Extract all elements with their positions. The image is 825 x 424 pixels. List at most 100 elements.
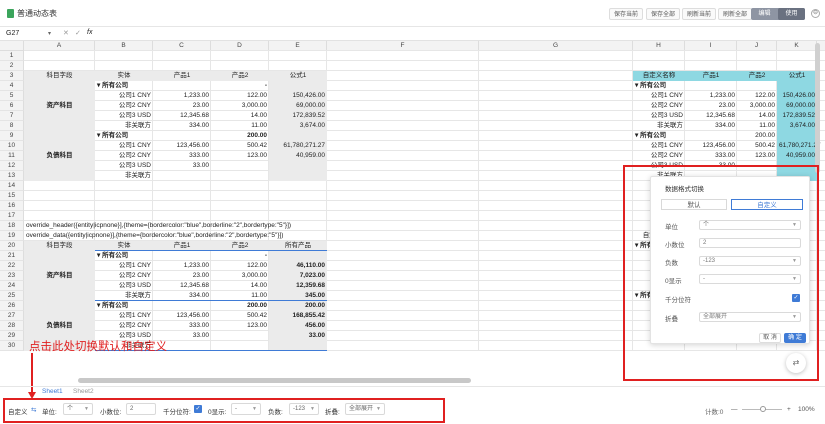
- cell[interactable]: 14.00: [211, 281, 269, 291]
- save-all-button[interactable]: 保存全部: [646, 8, 681, 20]
- row-header[interactable]: 10: [0, 141, 24, 151]
- entity-cell[interactable]: 公司1 CNY: [633, 141, 685, 151]
- cell[interactable]: 3,000.00: [211, 271, 269, 281]
- entity-cell[interactable]: 公司2 CNY: [95, 101, 153, 111]
- cell[interactable]: 33.00: [153, 161, 211, 171]
- entity-cell[interactable]: 公司3 USD: [95, 161, 153, 171]
- cell[interactable]: 33.00: [269, 331, 327, 341]
- cell[interactable]: [153, 251, 211, 261]
- refresh-all-button[interactable]: 刷新全部: [718, 8, 753, 20]
- cell[interactable]: 7,023.00: [269, 271, 327, 281]
- cell[interactable]: 500.42: [211, 311, 269, 321]
- row-header[interactable]: 25: [0, 291, 24, 301]
- row-header[interactable]: 21: [0, 251, 24, 261]
- row-header[interactable]: 29: [0, 331, 24, 341]
- row-header[interactable]: 14: [0, 181, 24, 191]
- horizontal-scrollbar[interactable]: [78, 378, 471, 383]
- cell[interactable]: 334.00: [153, 121, 211, 131]
- cancel-formula-icon[interactable]: ✕: [63, 29, 69, 37]
- section-label[interactable]: 资产科目: [24, 251, 95, 301]
- cell[interactable]: -: [211, 251, 269, 261]
- row-header[interactable]: 1: [0, 51, 24, 61]
- cell[interactable]: 14.00: [211, 111, 269, 121]
- cell[interactable]: [269, 251, 327, 261]
- cell[interactable]: 456.00: [269, 321, 327, 331]
- row-header[interactable]: 7: [0, 111, 24, 121]
- cell[interactable]: 172,839.52: [777, 111, 817, 121]
- chevron-down-icon[interactable]: ▾: [48, 30, 51, 37]
- cell[interactable]: [269, 131, 327, 141]
- row-header[interactable]: 26: [0, 301, 24, 311]
- table-header-cell[interactable]: 科目字段: [24, 241, 95, 251]
- row-header[interactable]: 18: [0, 221, 24, 231]
- cell[interactable]: 123,456.00: [153, 141, 211, 151]
- cell[interactable]: 61,780,271.27: [269, 141, 327, 151]
- row-header[interactable]: 5: [0, 91, 24, 101]
- cell[interactable]: 23.00: [685, 101, 737, 111]
- row-header[interactable]: 6: [0, 101, 24, 111]
- cell[interactable]: 150,426.00: [777, 91, 817, 101]
- row-header[interactable]: 28: [0, 321, 24, 331]
- entity-cell[interactable]: ▾ 所有公司: [95, 81, 153, 91]
- entity-cell[interactable]: 非关联方: [95, 171, 153, 181]
- cell[interactable]: 333.00: [685, 151, 737, 161]
- section-label[interactable]: 负债科目: [24, 131, 95, 181]
- cell[interactable]: 122.00: [737, 91, 777, 101]
- cell[interactable]: 3,674.00: [777, 121, 817, 131]
- row-header[interactable]: 30: [0, 341, 24, 351]
- refresh-current-button[interactable]: 刷新当前: [682, 8, 717, 20]
- cell[interactable]: 12,345.68: [685, 111, 737, 121]
- tab-sheet2[interactable]: Sheet2: [73, 388, 94, 395]
- table-header-cell[interactable]: 公式1: [269, 71, 327, 81]
- cell[interactable]: [685, 131, 737, 141]
- cell[interactable]: 12,345.68: [153, 281, 211, 291]
- cell[interactable]: 14.00: [737, 111, 777, 121]
- entity-cell[interactable]: 公司1 CNY: [95, 261, 153, 271]
- mode-use[interactable]: 使用: [778, 8, 805, 20]
- entity-cell[interactable]: ▾ 所有公司: [95, 301, 153, 311]
- cell[interactable]: 23.00: [153, 271, 211, 281]
- override-line[interactable]: override_data({entity|icpnone}],{theme={…: [24, 231, 524, 241]
- cell[interactable]: 23.00: [153, 101, 211, 111]
- row-header[interactable]: 16: [0, 201, 24, 211]
- cell[interactable]: 123,456.00: [685, 141, 737, 151]
- cell[interactable]: [737, 81, 777, 91]
- entity-cell[interactable]: 非关联方: [95, 121, 153, 131]
- cell[interactable]: [269, 81, 327, 91]
- cell[interactable]: 123.00: [737, 151, 777, 161]
- cell[interactable]: 3,000.00: [211, 101, 269, 111]
- cell[interactable]: 3,000.00: [737, 101, 777, 111]
- cell[interactable]: [211, 171, 269, 181]
- cell[interactable]: [153, 81, 211, 91]
- cell[interactable]: 333.00: [153, 321, 211, 331]
- cell[interactable]: 1,233.00: [685, 91, 737, 101]
- cell[interactable]: 40,959.00: [777, 151, 817, 161]
- cell[interactable]: 200.00: [211, 131, 269, 141]
- custom-header-cell[interactable]: 产品1: [685, 71, 737, 81]
- row-header[interactable]: 19: [0, 231, 24, 241]
- cell[interactable]: [269, 171, 327, 181]
- tab-sheet1[interactable]: Sheet1: [42, 388, 63, 395]
- entity-cell[interactable]: 公司3 USD: [95, 281, 153, 291]
- cell[interactable]: -: [211, 81, 269, 91]
- entity-cell[interactable]: ▾ 所有公司: [95, 251, 153, 261]
- row-header[interactable]: 23: [0, 271, 24, 281]
- cell[interactable]: 168,855.42: [269, 311, 327, 321]
- cell[interactable]: 69,000.00: [269, 101, 327, 111]
- cell[interactable]: 334.00: [685, 121, 737, 131]
- zoom-in-icon[interactable]: +: [787, 406, 791, 413]
- entity-cell[interactable]: 非关联方: [633, 121, 685, 131]
- row-header[interactable]: 12: [0, 161, 24, 171]
- cell[interactable]: [153, 131, 211, 141]
- row-header[interactable]: 27: [0, 311, 24, 321]
- cell[interactable]: 200.00: [211, 301, 269, 311]
- custom-header-cell[interactable]: 自定义名称: [633, 71, 685, 81]
- cell[interactable]: 123,456.00: [153, 311, 211, 321]
- entity-cell[interactable]: 公司3 USD: [95, 111, 153, 121]
- cell[interactable]: 123.00: [211, 321, 269, 331]
- section-label[interactable]: 资产科目: [24, 81, 95, 131]
- vertical-scrollbar[interactable]: [815, 43, 820, 173]
- cell[interactable]: [777, 131, 817, 141]
- entity-cell[interactable]: 公司2 CNY: [95, 321, 153, 331]
- entity-cell[interactable]: ▾ 所有公司: [95, 131, 153, 141]
